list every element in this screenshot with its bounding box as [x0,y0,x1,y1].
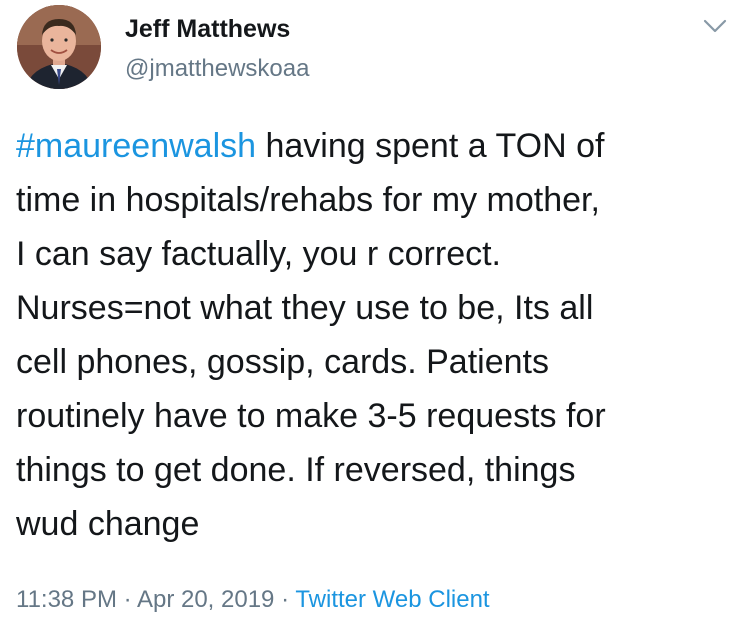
avatar-image [17,5,101,89]
hashtag-link[interactable]: #maureenwalsh [16,127,256,165]
tweet-line-4: Nurses=not what they use to be, Its all [16,289,594,327]
tweet-time[interactable]: 11:38 PM [16,586,117,613]
tweet-line-2: time in hospitals/rehabs for my mother, [16,181,600,219]
tweet-line-7: things to get done. If reversed, things [16,451,576,489]
tweet-line-5: cell phones, gossip, cards. Patients [16,343,549,381]
author-name[interactable]: Jeff Matthews [125,15,290,44]
tweet-source-link[interactable]: Twitter Web Client [295,586,489,613]
avatar[interactable] [17,5,101,89]
meta-separator: · [274,586,296,613]
tweet-text: #maureenwalsh having spent a TON of time… [16,119,736,551]
tweet-meta: 11:38 PM · Apr 20, 2019 · Twitter Web Cl… [16,586,490,614]
meta-separator: · [116,586,137,613]
tweet-card: Jeff Matthews @jmatthewskoaa #maureenwal… [0,0,750,639]
tweet-date[interactable]: Apr 20, 2019 [137,586,274,613]
chevron-down-icon[interactable] [702,16,728,36]
author-handle[interactable]: @jmatthewskoaa [125,55,309,83]
tweet-line-6: routinely have to make 3-5 requests for [16,397,606,435]
tweet-line-8: wud change [16,505,200,543]
tweet-line-1-text: having spent a TON of [256,127,605,165]
tweet-line-1: #maureenwalsh having spent a TON of [16,119,736,173]
tweet-line-3: I can say factually, you r correct. [16,235,501,273]
